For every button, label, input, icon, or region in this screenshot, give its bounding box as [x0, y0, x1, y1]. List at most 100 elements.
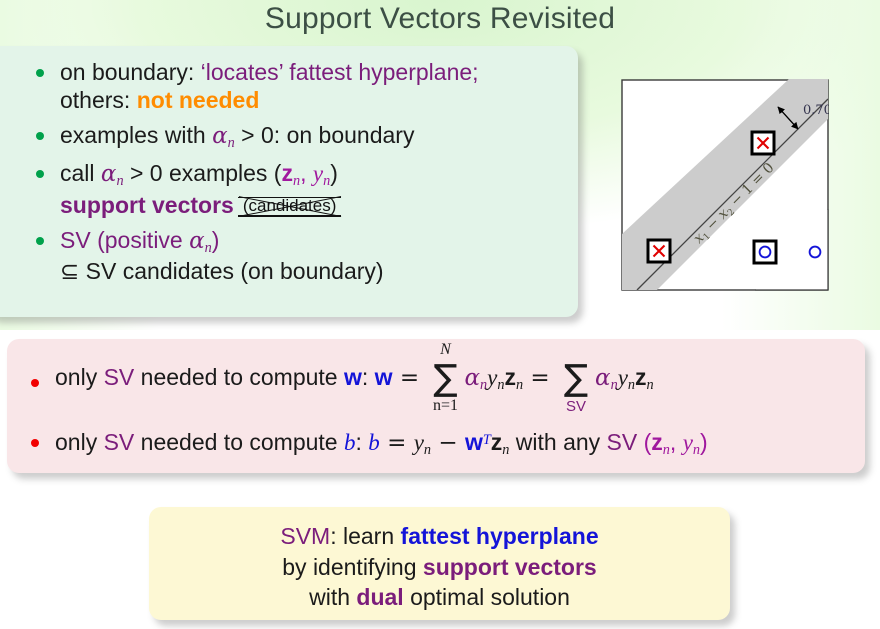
- sv-label: SV: [606, 429, 638, 456]
- list-item: on boundary: ‘locates’ fattest hyperplan…: [32, 58, 568, 114]
- z-vector: z: [635, 364, 647, 390]
- alpha-subscript: n: [610, 376, 618, 393]
- equals-1: =: [392, 365, 427, 391]
- key-points-panel: on boundary: ‘locates’ fattest hyperplan…: [0, 46, 578, 317]
- formula-mid: needed to compute: [134, 364, 344, 390]
- bullet-text: (positive: [90, 226, 190, 253]
- paren-close: ): [211, 226, 220, 253]
- b-label: b: [368, 430, 380, 456]
- bullet-dot-icon: [31, 379, 39, 387]
- minus: −: [431, 430, 465, 457]
- svm-margin-diagram: 0.707 x1 − x2 − 1 = 0: [621, 79, 840, 291]
- bullet-line: support vectors(candidates): [60, 191, 568, 219]
- list-item: only SV needed to compute b: b = yn − wT…: [27, 428, 855, 459]
- formula-b: only SV needed to compute b: b = yn − wT…: [55, 428, 855, 459]
- dual-label: dual: [356, 584, 404, 611]
- z-vector: z: [281, 160, 293, 187]
- bullet-text: on boundary:: [60, 59, 201, 85]
- bullet-dot-icon: [36, 236, 44, 245]
- sum-lower-limit: n=1: [432, 397, 458, 415]
- sv-label: SV: [103, 429, 135, 456]
- sv-label: SV: [103, 364, 135, 390]
- summary-text-plain: optimal solution: [403, 584, 570, 611]
- equals: =: [379, 430, 414, 457]
- subset-symbol-icon: ⊆: [60, 259, 80, 286]
- bullet-dot-icon: [36, 69, 44, 77]
- w-vector: w: [374, 364, 393, 390]
- sum-lower-limit-sv: SV: [566, 398, 587, 416]
- paren-close: ): [700, 429, 708, 456]
- y-label: y: [413, 430, 424, 456]
- key-points-list: on boundary: ‘locates’ fattest hyperplan…: [32, 58, 568, 293]
- y-subscript: n: [627, 376, 636, 393]
- summary-panel: SVM: learn fattest hyperplane by identif…: [149, 507, 730, 620]
- with-text: with any: [509, 429, 607, 456]
- sigma-icon: ∑: [433, 357, 458, 399]
- w-vector: w: [464, 429, 483, 456]
- alpha-subscript: n: [227, 135, 235, 152]
- summation-1: N ∑ n=1: [426, 341, 464, 414]
- alpha-subscript: n: [116, 173, 124, 190]
- summary-line-1: SVM: learn fattest hyperplane: [149, 521, 730, 552]
- summation-2: ∑ SV: [557, 357, 595, 414]
- formula-prefix: only: [55, 364, 104, 390]
- page-title: Support Vectors Revisited: [264, 2, 616, 35]
- alpha-symbol: α: [595, 365, 611, 391]
- bullet-dot-icon: [31, 439, 39, 448]
- bullet-text: examples with: [60, 122, 213, 149]
- diagram-svg: 0.707 x1 − x2 − 1 = 0: [621, 79, 840, 291]
- bullet-emphasis: ‘locates’ fattest hyperplane;: [200, 59, 479, 85]
- formula-mid: needed to compute: [134, 429, 344, 456]
- paren-close: ): [330, 160, 338, 187]
- support-vectors-label: support vectors: [422, 553, 597, 580]
- paren-open: (: [637, 429, 652, 456]
- bullet-text: > 0 examples (: [123, 160, 282, 187]
- z-subscript: n: [662, 442, 670, 459]
- svm-label: SVM: [280, 523, 331, 549]
- separator: ,: [669, 429, 683, 456]
- list-item: only SV needed to compute w: w = N ∑ n=1 αn…: [27, 341, 855, 414]
- support-vector-marker-circle-1: [752, 239, 778, 265]
- bullet-line: call αn > 0 examples (zn, yn): [60, 159, 568, 190]
- formula-w: only SV needed to compute w: w = N ∑ n=1 αn…: [55, 341, 855, 414]
- y-subscript: n: [423, 442, 432, 459]
- formula-prefix: only: [55, 429, 104, 456]
- y-label: y: [312, 161, 324, 187]
- summary-text-plain: : learn: [330, 523, 401, 549]
- alpha-symbol: α: [212, 123, 228, 150]
- candidates-strikethrough: (candidates): [237, 196, 342, 218]
- bullet-text: SV candidates (on boundary): [79, 258, 384, 285]
- list-item: SV (positive αn) ⊆ SV candidates (on bou…: [32, 226, 568, 286]
- support-vector-marker-cross-2: [646, 238, 672, 264]
- summary-line-2: by identifying support vectors: [149, 552, 730, 583]
- y-label: y: [487, 365, 498, 390]
- colon: :: [355, 429, 369, 456]
- b-label: b: [344, 430, 356, 456]
- bullet-line: SV (positive αn): [60, 226, 568, 257]
- summary-line-3: with dual optimal solution: [149, 582, 730, 613]
- bullet-text: > 0: on boundary: [234, 122, 415, 149]
- sigma-icon: ∑: [563, 357, 589, 399]
- y-label: y: [617, 365, 628, 390]
- support-vectors-label: support vectors: [60, 191, 234, 218]
- strike-line-icon: [237, 196, 342, 199]
- summary-text-plain: by identifying: [282, 553, 423, 580]
- strike-line-icon: [237, 215, 342, 217]
- bullet-line: examples with αn > 0: on boundary: [60, 121, 568, 152]
- alpha-symbol: α: [189, 227, 205, 254]
- bullet-dot-icon: [36, 132, 44, 141]
- formulas-panel: only SV needed to compute w: w = N ∑ n=1 αn…: [7, 339, 865, 473]
- fattest-hyperplane-label: fattest hyperplane: [400, 523, 599, 549]
- equals-2: =: [523, 365, 558, 391]
- summary-text: SVM: learn fattest hyperplane by identif…: [149, 507, 730, 613]
- support-vector-marker-cross-1: [750, 130, 776, 156]
- bullet-line: ⊆ SV candidates (on boundary): [60, 257, 568, 286]
- w-vector: w: [344, 364, 362, 390]
- alpha-symbol: α: [464, 365, 481, 391]
- margin-width-label: 0.707: [803, 103, 829, 118]
- z-vector: z: [490, 429, 503, 456]
- bullet-text: call: [60, 160, 101, 187]
- formulas-list: only SV needed to compute w: w = N ∑ n=1 αn…: [27, 341, 855, 467]
- z-vector: z: [504, 364, 516, 390]
- colon: :: [361, 364, 375, 390]
